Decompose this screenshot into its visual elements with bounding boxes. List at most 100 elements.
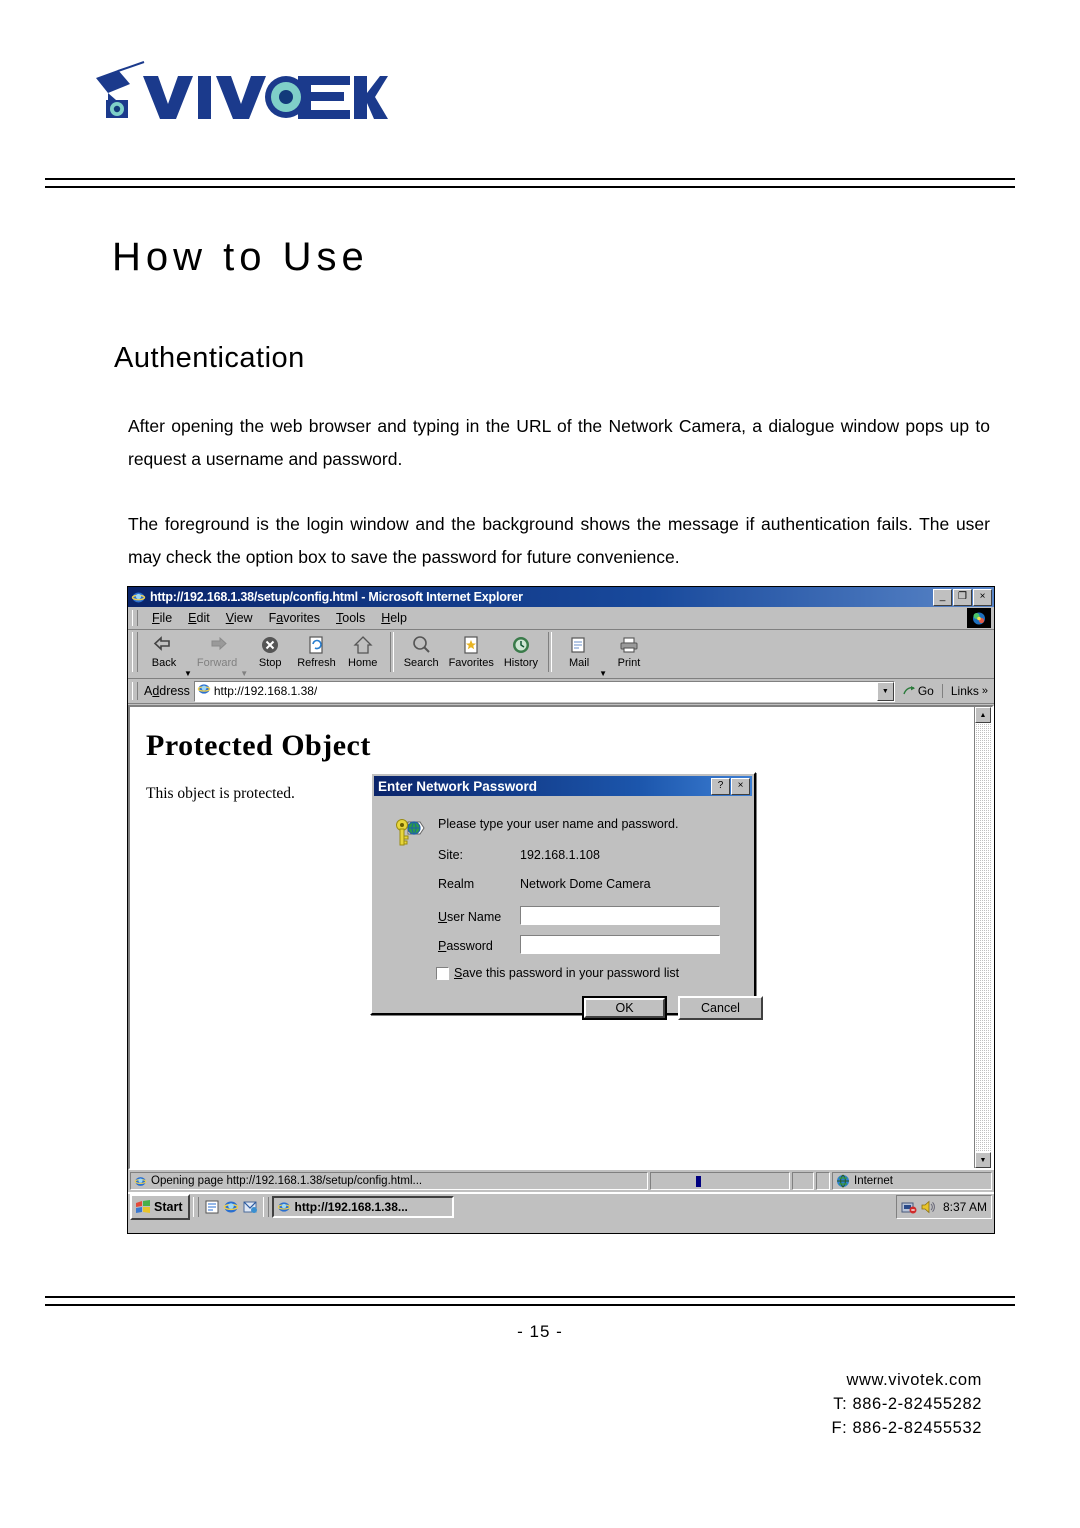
toolbar-button-search[interactable]: Search bbox=[399, 632, 444, 669]
address-url-text: http://192.168.1.38/ bbox=[213, 684, 318, 698]
toolbar-button-stop[interactable]: Stop bbox=[248, 632, 292, 669]
save-password-label: Save this password in your password list bbox=[454, 966, 680, 980]
status-page-icon bbox=[134, 1175, 147, 1188]
save-password-row[interactable]: Save this password in your password list bbox=[436, 966, 679, 980]
header-divider bbox=[45, 178, 1015, 188]
ie-icon bbox=[131, 590, 146, 605]
mail-dropdown-arrow[interactable]: ▼ bbox=[599, 670, 607, 678]
security-zone-text: Internet bbox=[854, 1175, 893, 1187]
volume-icon[interactable] bbox=[920, 1199, 936, 1215]
web-page-body: Protected Object This object is protecte… bbox=[130, 707, 975, 1168]
quick-launch-bar bbox=[202, 1199, 260, 1215]
windows-taskbar: Start http://192.168.1.38... 8:37 AM bbox=[128, 1192, 994, 1220]
toolbar-label-print: Print bbox=[617, 657, 641, 669]
toolbar-label-favorites: Favorites bbox=[448, 657, 494, 669]
scroll-up-button[interactable]: ▲ bbox=[975, 707, 991, 723]
toolbar-button-refresh[interactable]: Refresh bbox=[292, 632, 341, 669]
toolbar-label-history: History bbox=[503, 657, 539, 669]
toolbar-button-back[interactable]: Back bbox=[142, 632, 186, 669]
realm-value: Network Dome Camera bbox=[520, 877, 651, 891]
realm-label: Realm bbox=[438, 877, 475, 891]
footer-website: www.vivotek.com bbox=[846, 1371, 982, 1389]
enter-network-password-dialog: Enter Network Password ? × Please type y… bbox=[370, 772, 763, 1020]
toolbar-button-history[interactable]: History bbox=[499, 632, 543, 669]
go-button[interactable]: Go bbox=[895, 684, 942, 698]
dialog-prompt-text: Please type your user name and password. bbox=[438, 817, 679, 831]
dialog-help-button[interactable]: ? bbox=[711, 777, 730, 795]
browser-address-bar: Address http://192.168.1.38/ ▼ Go Links … bbox=[128, 679, 994, 704]
username-input[interactable] bbox=[520, 906, 720, 925]
toolbar-drag-grip[interactable] bbox=[132, 632, 138, 672]
scroll-down-button[interactable]: ▼ bbox=[975, 1152, 991, 1168]
links-button[interactable]: Links » bbox=[941, 684, 994, 698]
go-arrow-icon bbox=[903, 686, 915, 695]
taskbar-divider-1 bbox=[193, 1197, 200, 1217]
network-status-icon[interactable] bbox=[901, 1199, 917, 1215]
footer-phone: T: 886-2-82455282 bbox=[833, 1395, 982, 1413]
body-paragraph-2: The foreground is the login window and t… bbox=[128, 513, 990, 567]
menu-item-favorites[interactable]: Favorites bbox=[261, 611, 328, 625]
restore-button[interactable]: ❐ bbox=[953, 588, 972, 606]
task-button-ie-icon bbox=[277, 1200, 291, 1214]
launch-outlook-icon[interactable] bbox=[242, 1199, 258, 1215]
footer-divider bbox=[45, 1296, 1015, 1306]
back-dropdown-arrow[interactable]: ▼ bbox=[184, 670, 192, 678]
launch-ie-icon[interactable] bbox=[223, 1199, 239, 1215]
status-pane-extra-2 bbox=[816, 1172, 830, 1190]
forward-dropdown-arrow[interactable]: ▼ bbox=[240, 670, 248, 678]
go-label: Go bbox=[917, 684, 934, 698]
taskbar-clock[interactable]: 8:37 AM bbox=[943, 1200, 987, 1214]
security-zone-pane[interactable]: Internet bbox=[832, 1172, 992, 1190]
print-icon bbox=[619, 634, 639, 656]
save-password-checkbox[interactable] bbox=[436, 966, 449, 980]
toolbar-button-forward[interactable]: Forward bbox=[192, 632, 242, 669]
toolbar-button-home[interactable]: Home bbox=[341, 632, 385, 669]
minimize-button[interactable]: _ bbox=[933, 588, 952, 606]
address-dropdown-button[interactable]: ▼ bbox=[876, 681, 894, 701]
links-label: Links bbox=[950, 684, 979, 698]
vertical-scrollbar[interactable]: ▲ ▼ bbox=[974, 707, 992, 1168]
mail-icon bbox=[569, 634, 589, 656]
chevron-double-right-icon: » bbox=[981, 685, 988, 697]
browser-toolbar: Back ▼ Forward ▼ Stop Refresh Home Searc… bbox=[128, 630, 994, 679]
menu-drag-grip[interactable] bbox=[132, 610, 138, 626]
cancel-button[interactable]: Cancel bbox=[678, 996, 763, 1020]
password-input[interactable] bbox=[520, 935, 720, 954]
toolbar-separator-2 bbox=[548, 632, 553, 672]
close-button[interactable]: × bbox=[973, 588, 992, 606]
dialog-close-button[interactable]: × bbox=[731, 777, 750, 795]
ok-button[interactable]: OK bbox=[582, 996, 667, 1020]
menu-item-tools[interactable]: Tools bbox=[328, 611, 373, 625]
menu-item-view[interactable]: View bbox=[218, 611, 261, 625]
show-desktop-icon[interactable] bbox=[204, 1199, 220, 1215]
browser-title-bar: http://192.168.1.38/setup/config.html - … bbox=[128, 587, 994, 607]
status-message-text: Opening page http://192.168.1.38/setup/c… bbox=[151, 1175, 423, 1187]
dialog-title-bar: Enter Network Password ? × bbox=[374, 776, 752, 796]
back-arrow-icon bbox=[153, 634, 175, 656]
address-input[interactable]: http://192.168.1.38/ ▼ bbox=[193, 680, 895, 702]
menu-item-help[interactable]: Help bbox=[373, 611, 415, 625]
key-globe-icon bbox=[390, 814, 426, 850]
footer-fax: F: 886-2-82455532 bbox=[831, 1419, 982, 1437]
browser-status-bar: Opening page http://192.168.1.38/setup/c… bbox=[128, 1170, 994, 1192]
favorites-icon bbox=[462, 634, 480, 656]
browser-window-screenshot: http://192.168.1.38/setup/config.html - … bbox=[127, 586, 995, 1234]
status-pane-extra-1 bbox=[792, 1172, 814, 1190]
toolbar-button-print[interactable]: Print bbox=[607, 632, 651, 669]
toolbar-button-favorites[interactable]: Favorites bbox=[444, 632, 499, 669]
start-button[interactable]: Start bbox=[130, 1194, 191, 1220]
browser-content-area: Protected Object This object is protecte… bbox=[128, 705, 994, 1170]
toolbar-label-search: Search bbox=[403, 657, 439, 669]
toolbar-label-forward: Forward bbox=[196, 657, 238, 669]
ie-animated-logo bbox=[967, 608, 991, 628]
body-paragraph-1: After opening the web browser and typing… bbox=[128, 415, 990, 469]
menu-item-file[interactable]: File bbox=[144, 611, 180, 625]
menu-item-edit[interactable]: Edit bbox=[180, 611, 218, 625]
address-drag-grip[interactable] bbox=[132, 682, 138, 700]
browser-menu-bar: File Edit View Favorites Tools Help bbox=[128, 607, 994, 630]
system-tray: 8:37 AM bbox=[895, 1195, 992, 1219]
taskbar-task-button[interactable]: http://192.168.1.38... bbox=[272, 1196, 455, 1218]
status-message-pane: Opening page http://192.168.1.38/setup/c… bbox=[130, 1172, 648, 1190]
toolbar-button-mail[interactable]: Mail bbox=[557, 632, 601, 669]
globe-icon bbox=[836, 1174, 850, 1188]
